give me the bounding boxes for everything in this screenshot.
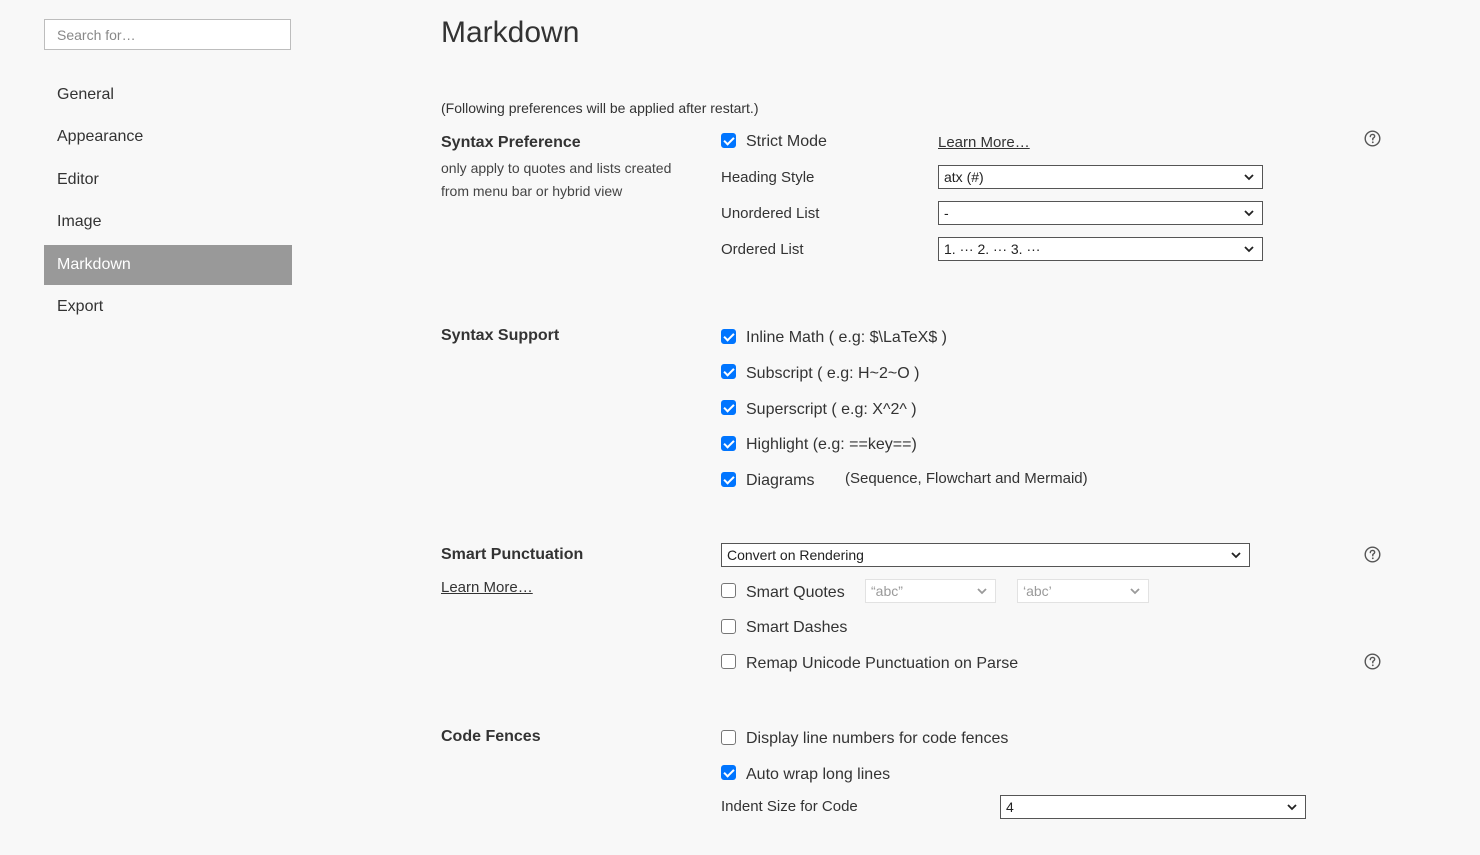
smart-dashes-checkbox[interactable]	[721, 619, 736, 634]
ordered-list-value: 1. ··· 2. ··· 3. ···	[944, 241, 1041, 257]
superscript-checkbox[interactable]	[721, 400, 736, 415]
description-line-1: only apply to quotes and lists created	[441, 160, 672, 176]
question-circle-icon[interactable]	[1364, 130, 1381, 147]
indent-size-select[interactable]: 4	[1000, 795, 1306, 819]
line-numbers-checkbox[interactable]	[721, 730, 736, 745]
unordered-list-label: Unordered List	[721, 205, 820, 222]
strict-mode-label[interactable]: Strict Mode	[746, 133, 827, 151]
strict-mode-checkbox[interactable]	[721, 133, 736, 148]
auto-wrap-checkbox[interactable]	[721, 765, 736, 780]
search-input[interactable]	[44, 19, 291, 50]
superscript-label[interactable]: Superscript ( e.g: X^2^ )	[746, 401, 917, 419]
double-quote-style-value: “abc”	[871, 583, 903, 599]
remap-unicode-checkbox[interactable]	[721, 654, 736, 669]
diagrams-checkbox[interactable]	[721, 472, 736, 487]
sidebar-item-export[interactable]: Export	[44, 287, 292, 327]
section-title-syntax-support: Syntax Support	[441, 327, 560, 344]
ordered-list-label: Ordered List	[721, 241, 804, 258]
diagrams-label[interactable]: Diagrams	[746, 472, 814, 490]
highlight-label[interactable]: Highlight (e.g: ==key==)	[746, 436, 917, 454]
inline-math-checkbox[interactable]	[721, 329, 736, 344]
chevron-down-icon	[1130, 588, 1140, 595]
question-circle-icon[interactable]	[1364, 653, 1381, 670]
chevron-down-icon	[1244, 210, 1254, 217]
line-numbers-label[interactable]: Display line numbers for code fences	[746, 730, 1008, 748]
subscript-label[interactable]: Subscript ( e.g: H~2~O )	[746, 365, 919, 383]
sidebar-item-general[interactable]: General	[44, 75, 292, 115]
indent-size-label: Indent Size for Code	[721, 798, 858, 815]
inline-math-label[interactable]: Inline Math ( e.g: $\LaTeX$ )	[746, 329, 947, 347]
diagrams-hint: (Sequence, Flowchart and Mermaid)	[845, 470, 1088, 487]
smart-punctuation-learn-more-link[interactable]: Learn More…	[441, 579, 533, 596]
smart-quotes-checkbox[interactable]	[721, 583, 736, 598]
description-line-2: from menu bar or hybrid view	[441, 183, 623, 199]
question-circle-icon[interactable]	[1364, 546, 1381, 563]
sidebar-item-image[interactable]: Image	[44, 202, 292, 242]
restart-note: (Following preferences will be applied a…	[441, 100, 759, 116]
sidebar-item-appearance[interactable]: Appearance	[44, 117, 292, 157]
ordered-list-select[interactable]: 1. ··· 2. ··· 3. ···	[938, 237, 1263, 261]
heading-style-value: atx (#)	[944, 169, 984, 185]
single-quote-style-select: ‘abc’	[1017, 579, 1149, 603]
chevron-down-icon	[1244, 174, 1254, 181]
smart-punctuation-mode-select[interactable]: Convert on Rendering	[721, 543, 1250, 567]
unordered-list-select[interactable]: -	[938, 201, 1263, 225]
section-title-syntax-preference: Syntax Preference	[441, 134, 581, 151]
remap-unicode-label[interactable]: Remap Unicode Punctuation on Parse	[746, 655, 1018, 673]
page-title: Markdown	[441, 16, 580, 49]
strict-mode-learn-more-link[interactable]: Learn More…	[938, 134, 1030, 151]
chevron-down-icon	[1231, 552, 1241, 559]
heading-style-label: Heading Style	[721, 169, 815, 186]
chevron-down-icon	[977, 588, 987, 595]
chevron-down-icon	[1287, 804, 1297, 811]
section-title-code-fences: Code Fences	[441, 728, 541, 745]
syntax-preference-description: only apply to quotes and lists created f…	[441, 157, 671, 203]
single-quote-style-value: ‘abc’	[1023, 583, 1052, 599]
highlight-checkbox[interactable]	[721, 436, 736, 451]
indent-size-value: 4	[1006, 799, 1014, 815]
smart-punctuation-mode-value: Convert on Rendering	[727, 547, 864, 563]
double-quote-style-select: “abc”	[865, 579, 996, 603]
sidebar-item-markdown[interactable]: Markdown	[44, 245, 292, 285]
smart-dashes-label[interactable]: Smart Dashes	[746, 619, 847, 637]
unordered-list-value: -	[944, 205, 949, 221]
heading-style-select[interactable]: atx (#)	[938, 165, 1263, 189]
chevron-down-icon	[1244, 246, 1254, 253]
sidebar-item-editor[interactable]: Editor	[44, 160, 292, 200]
section-title-smart-punctuation: Smart Punctuation	[441, 546, 584, 563]
smart-quotes-label[interactable]: Smart Quotes	[746, 584, 845, 602]
auto-wrap-label[interactable]: Auto wrap long lines	[746, 766, 890, 784]
subscript-checkbox[interactable]	[721, 364, 736, 379]
